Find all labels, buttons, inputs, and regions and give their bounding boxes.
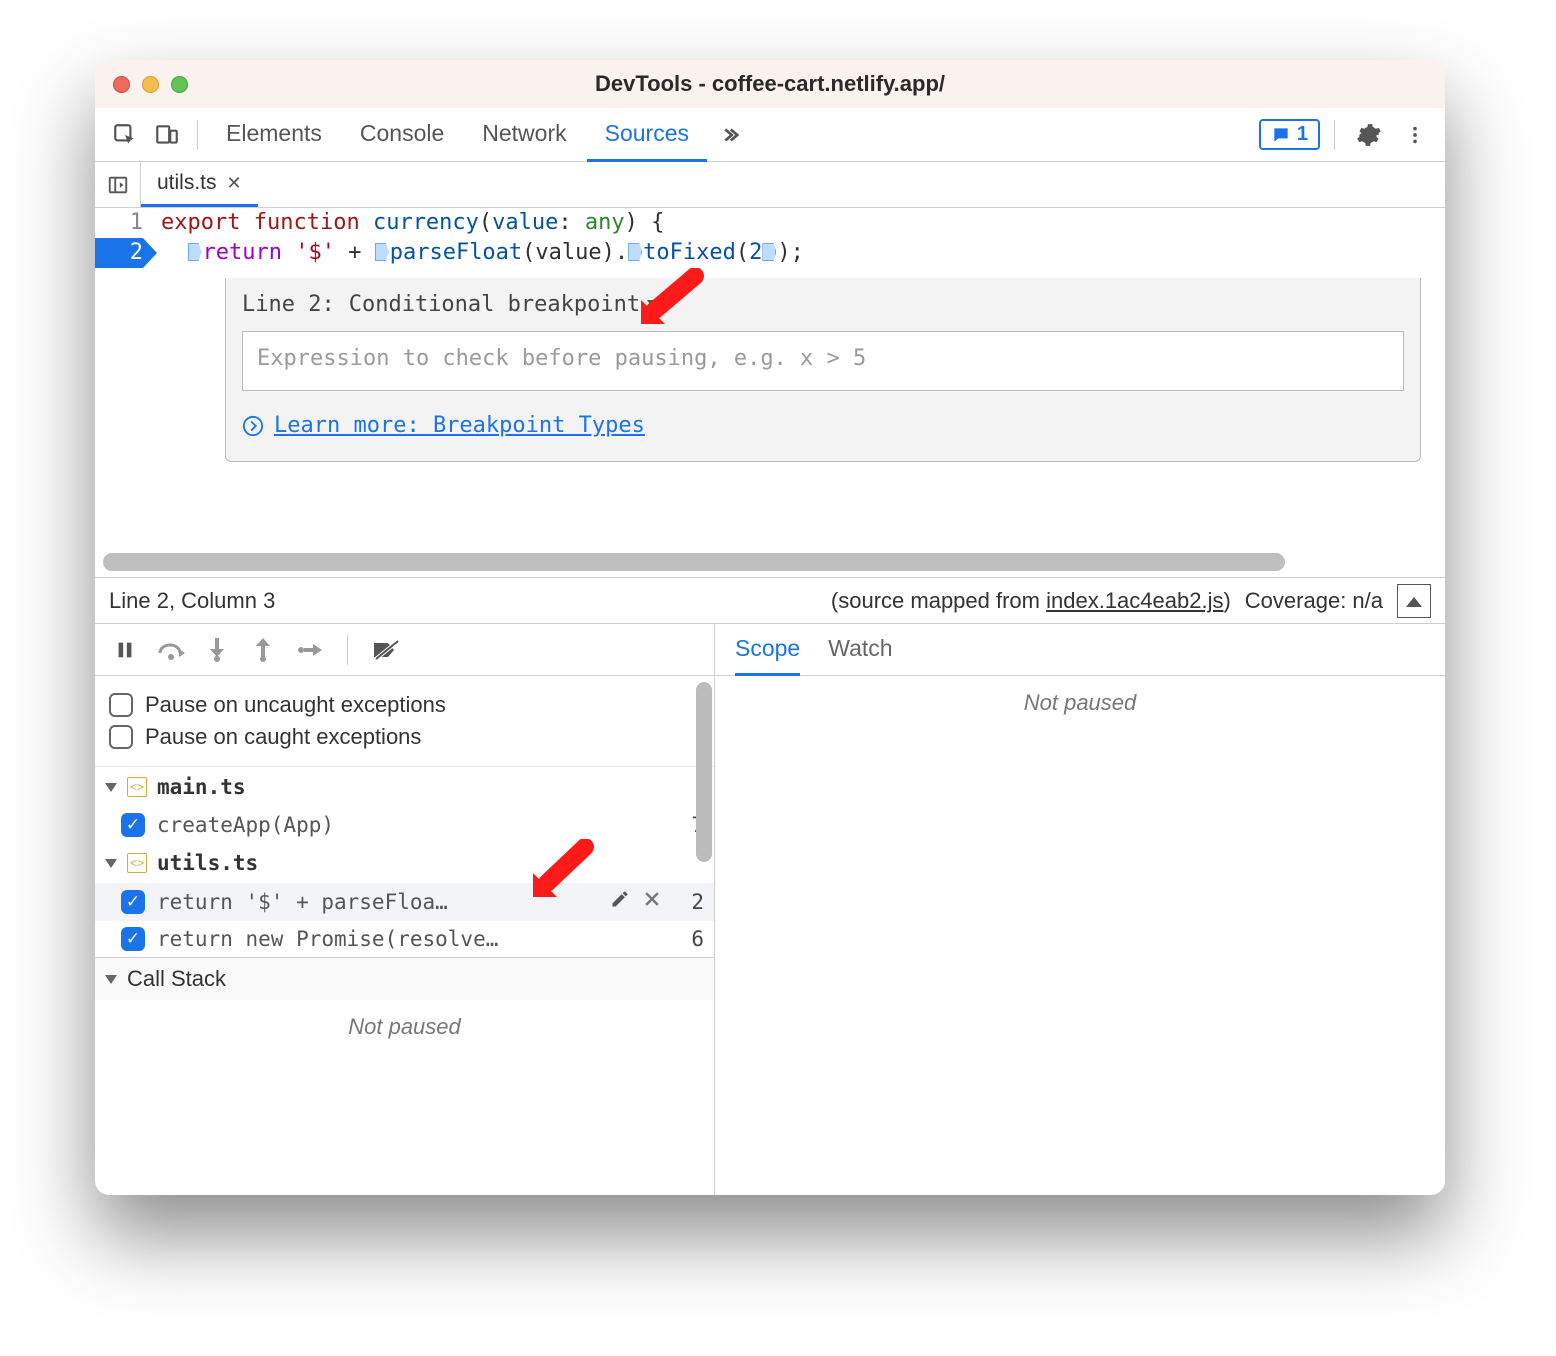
step-into-icon[interactable] — [201, 634, 233, 666]
inline-breakpoint-icon[interactable] — [628, 243, 642, 261]
breakpoint-editor-popup: Line 2: Conditional breakpoint Expressio… — [225, 278, 1421, 462]
issues-button[interactable]: 1 — [1259, 119, 1320, 150]
pause-options: Pause on uncaught exceptions Pause on ca… — [95, 676, 714, 767]
debugger-left-pane: Pause on uncaught exceptions Pause on ca… — [95, 624, 715, 1195]
breakpoint-line-label: Line 2: — [242, 292, 335, 317]
titlebar: DevTools - coffee-cart.netlify.app/ — [95, 60, 1445, 108]
arrow-right-circle-icon — [242, 415, 264, 437]
minimize-window-button[interactable] — [142, 76, 159, 93]
kebab-menu-icon[interactable] — [1395, 115, 1435, 155]
line-number[interactable]: 1 — [95, 208, 143, 238]
horizontal-scrollbar[interactable] — [103, 553, 1285, 571]
deactivate-breakpoints-icon[interactable] — [370, 634, 402, 666]
close-window-button[interactable] — [113, 76, 130, 93]
breakpoint-type-dropdown[interactable]: Conditional breakpoint — [349, 292, 661, 317]
file-icon: <> — [127, 853, 147, 873]
tab-elements[interactable]: Elements — [208, 108, 340, 162]
call-stack-not-paused: Not paused — [95, 1000, 714, 1040]
show-navigator-icon[interactable] — [95, 162, 141, 207]
file-tab-bar: utils.ts ✕ — [95, 162, 1445, 208]
coverage-info: Coverage: n/a — [1245, 588, 1383, 614]
main-toolbar: Elements Console Network Sources 1 — [95, 108, 1445, 162]
remove-breakpoint-icon[interactable] — [642, 889, 662, 915]
learn-more-link[interactable]: Learn more: Breakpoint Types — [242, 413, 645, 438]
breakpoint-file-header[interactable]: <> utils.ts — [95, 843, 714, 883]
vertical-scrollbar[interactable] — [696, 682, 712, 862]
cursor-position: Line 2, Column 3 — [109, 588, 275, 614]
file-icon: <> — [127, 777, 147, 797]
tab-network[interactable]: Network — [464, 108, 584, 162]
line-gutter[interactable]: 1 2 — [95, 208, 151, 577]
chevron-down-icon — [647, 300, 661, 310]
edit-breakpoint-icon[interactable] — [610, 889, 630, 915]
tab-scope[interactable]: Scope — [735, 624, 800, 676]
separator — [1334, 120, 1335, 150]
breakpoint-enabled-checkbox[interactable] — [121, 927, 145, 951]
line-number-breakpoint[interactable]: 2 — [95, 238, 143, 268]
maximize-window-button[interactable] — [171, 76, 188, 93]
breakpoint-item[interactable]: return '$' + parseFloa… 2 — [95, 883, 714, 921]
code-line[interactable]: export function currency(value: any) { — [161, 208, 1445, 238]
breakpoint-file-header[interactable]: <> main.ts — [95, 767, 714, 807]
source-map-link[interactable]: index.1ac4eab2.js — [1046, 588, 1223, 613]
disclosure-triangle-icon — [105, 859, 117, 868]
code-line[interactable]: return '$' + parseFloat(value).toFixed(2… — [161, 238, 1445, 268]
disclosure-triangle-icon — [105, 783, 117, 792]
debugger-right-pane: Scope Watch Not paused — [715, 624, 1445, 1195]
settings-icon[interactable] — [1349, 115, 1389, 155]
checkbox-icon — [109, 725, 133, 749]
issues-count: 1 — [1297, 123, 1308, 146]
breakpoint-item[interactable]: createApp(App) 7 — [95, 807, 714, 843]
step-over-icon[interactable] — [155, 634, 187, 666]
inline-breakpoint-icon[interactable] — [188, 243, 202, 261]
step-icon[interactable] — [293, 634, 325, 666]
separator — [347, 635, 348, 665]
call-stack-header[interactable]: Call Stack — [95, 957, 714, 1000]
scope-not-paused: Not paused — [715, 676, 1445, 716]
tab-console[interactable]: Console — [342, 108, 462, 162]
device-toolbar-icon[interactable] — [147, 115, 187, 155]
pause-caught-checkbox[interactable]: Pause on caught exceptions — [109, 724, 700, 750]
breakpoint-condition-input[interactable]: Expression to check before pausing, e.g.… — [242, 331, 1404, 391]
checkbox-icon — [109, 693, 133, 717]
breakpoint-enabled-checkbox[interactable] — [121, 890, 145, 914]
breakpoints-tree: <> main.ts createApp(App) 7 <> utils.ts — [95, 767, 714, 1040]
disclosure-triangle-icon — [105, 975, 117, 984]
breakpoint-item[interactable]: return new Promise(resolve… 6 — [95, 921, 714, 957]
pause-uncaught-checkbox[interactable]: Pause on uncaught exceptions — [109, 692, 700, 718]
inline-breakpoint-icon[interactable] — [375, 243, 389, 261]
breakpoint-enabled-checkbox[interactable] — [121, 813, 145, 837]
pause-icon[interactable] — [109, 634, 141, 666]
source-map-info: (source mapped from index.1ac4eab2.js) — [831, 588, 1231, 614]
step-out-icon[interactable] — [247, 634, 279, 666]
window-controls — [113, 76, 188, 93]
file-tab-utils[interactable]: utils.ts ✕ — [141, 162, 258, 207]
show-details-icon[interactable] — [1397, 584, 1431, 618]
tab-sources[interactable]: Sources — [587, 108, 707, 162]
more-tabs-icon[interactable] — [709, 115, 749, 155]
scope-watch-tabs: Scope Watch — [715, 624, 1445, 676]
inspect-element-icon[interactable] — [105, 115, 145, 155]
separator — [197, 120, 198, 150]
devtools-window: DevTools - coffee-cart.netlify.app/ Elem… — [95, 60, 1445, 1195]
status-bar: Line 2, Column 3 (source mapped from ind… — [95, 578, 1445, 624]
file-tab-label: utils.ts — [157, 171, 217, 195]
close-tab-icon[interactable]: ✕ — [227, 173, 242, 194]
inline-breakpoint-icon[interactable] — [762, 243, 776, 261]
window-title: DevTools - coffee-cart.netlify.app/ — [95, 71, 1445, 97]
debugger-pane: Pause on uncaught exceptions Pause on ca… — [95, 624, 1445, 1195]
source-editor: 1 2 export function currency(value: any)… — [95, 208, 1445, 578]
debug-toolbar — [95, 624, 714, 676]
tab-watch[interactable]: Watch — [828, 624, 892, 676]
code-area[interactable]: export function currency(value: any) { r… — [151, 208, 1445, 577]
